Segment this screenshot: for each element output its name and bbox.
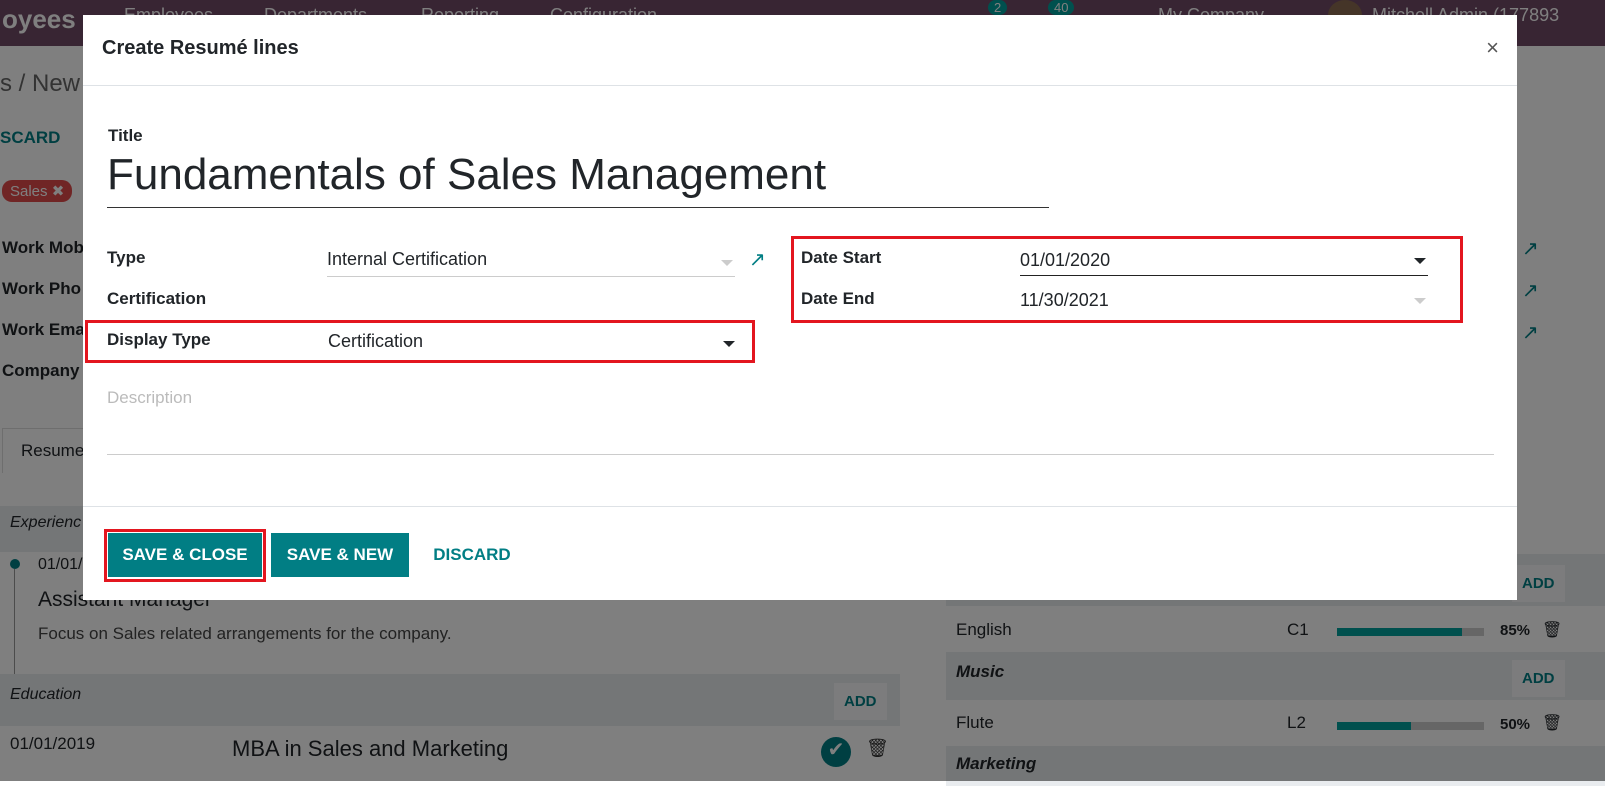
chevron-down-icon[interactable] (1414, 258, 1426, 264)
certification-label: Certification (107, 289, 207, 308)
date-end-input[interactable]: 11/30/2021 (1020, 290, 1109, 311)
chevron-down-icon[interactable] (1414, 298, 1426, 304)
type-label: Type (107, 248, 146, 267)
title-input[interactable]: Fundamentals of Sales Management (107, 150, 826, 200)
date-start-underline (1020, 275, 1428, 276)
create-resume-lines-dialog: Create Resumé lines × Title Fundamentals… (83, 15, 1517, 600)
dialog-header: Create Resumé lines × (83, 15, 1517, 86)
external-link-icon[interactable]: ↗ (749, 247, 766, 272)
discard-button[interactable]: DISCARD (421, 533, 523, 577)
type-select[interactable]: Internal Certification (327, 249, 487, 270)
save-and-close-button[interactable]: SAVE & CLOSE (108, 533, 262, 577)
close-icon[interactable]: × (1486, 35, 1499, 61)
display-type-select[interactable]: Certification (328, 331, 423, 352)
title-underline (107, 207, 1049, 208)
save-and-new-button[interactable]: SAVE & NEW (271, 533, 409, 577)
dialog-title: Create Resumé lines (102, 37, 299, 59)
date-end-label: Date End (801, 289, 875, 308)
type-underline (327, 276, 735, 277)
dates-highlight (791, 236, 1463, 323)
dialog-footer: SAVE & CLOSE SAVE & NEW DISCARD (83, 506, 1517, 600)
display-type-label: Display Type (107, 330, 211, 349)
chevron-down-icon[interactable] (721, 260, 733, 266)
description-textarea[interactable]: Description (107, 388, 192, 408)
title-label: Title (108, 126, 143, 145)
date-start-label: Date Start (801, 248, 882, 267)
date-start-input[interactable]: 01/01/2020 (1020, 250, 1110, 271)
chevron-down-icon[interactable] (723, 341, 735, 347)
description-underline (107, 454, 1494, 455)
